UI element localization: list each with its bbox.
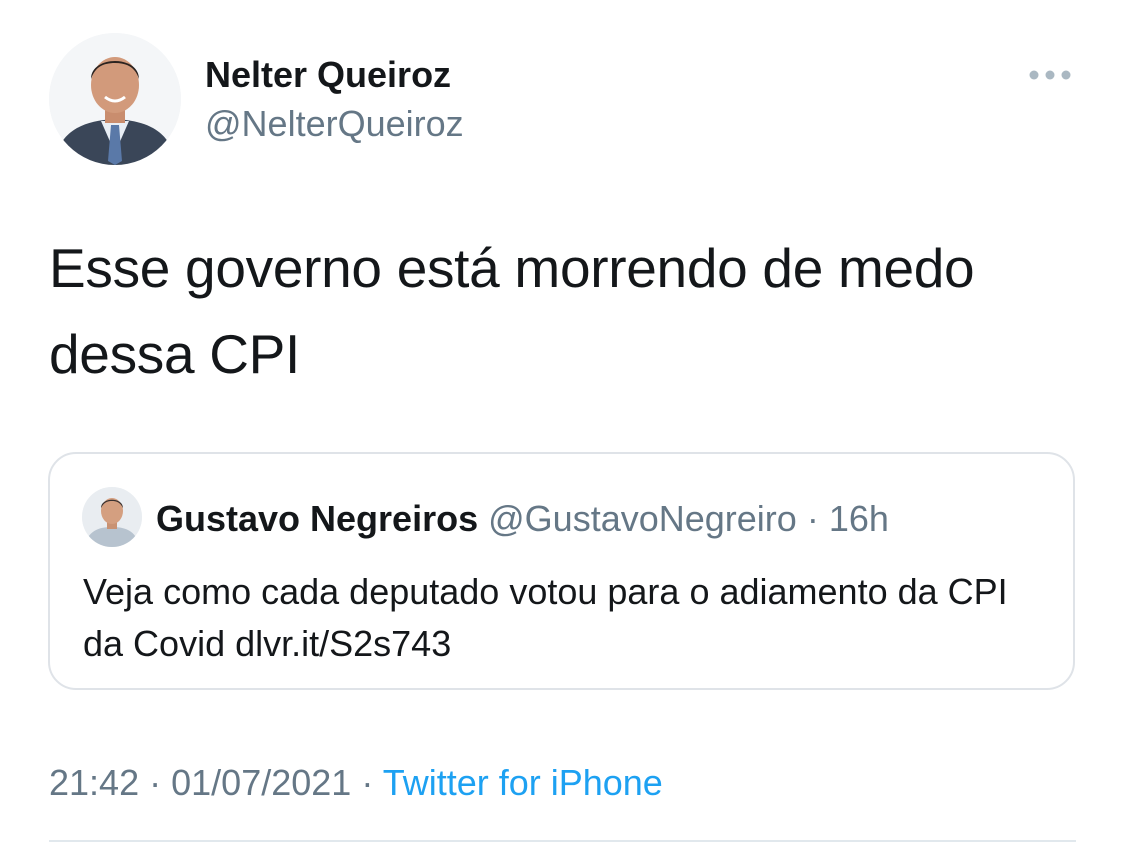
quoted-timestamp: 16h [828,498,889,539]
tweet-date: 01/07/2021 [171,762,352,803]
meta-separator: · [149,762,162,803]
tweet-time: 21:42 [49,762,140,803]
quoted-author-name: Gustavo Negreiros [156,498,479,539]
avatar-photo-icon [49,33,181,165]
tweet-source-link[interactable]: Twitter for iPhone [383,762,663,803]
author-name[interactable]: Nelter Queiroz [205,54,451,96]
quoted-tweet-header: Gustavo Negreiros @GustavoNegreiro · 16h [156,498,889,540]
more-options-button[interactable] [1024,60,1076,90]
meta-separator-2: · [361,762,374,803]
tweet-text: Esse governo está morrendo de medo dessa… [49,237,975,385]
tweet-meta: 21:42 · 01/07/2021 · Twitter for iPhone [49,762,663,804]
author-handle[interactable]: @NelterQueiroz [205,103,464,145]
more-horizontal-icon [1029,70,1071,80]
quoted-separator: · [806,498,819,539]
quoted-tweet-card[interactable]: Gustavo Negreiros @GustavoNegreiro · 16h… [48,452,1075,690]
quoted-author-handle: @GustavoNegreiro [488,498,797,539]
divider [49,840,1076,842]
quoted-tweet-text: Veja como cada deputado votou para o adi… [83,571,1008,664]
tweet: Nelter Queiroz @NelterQueiroz Esse gover… [0,0,1125,850]
author-avatar[interactable] [49,33,181,165]
quoted-author-avatar [82,487,142,547]
avatar-photo-icon [82,487,142,547]
